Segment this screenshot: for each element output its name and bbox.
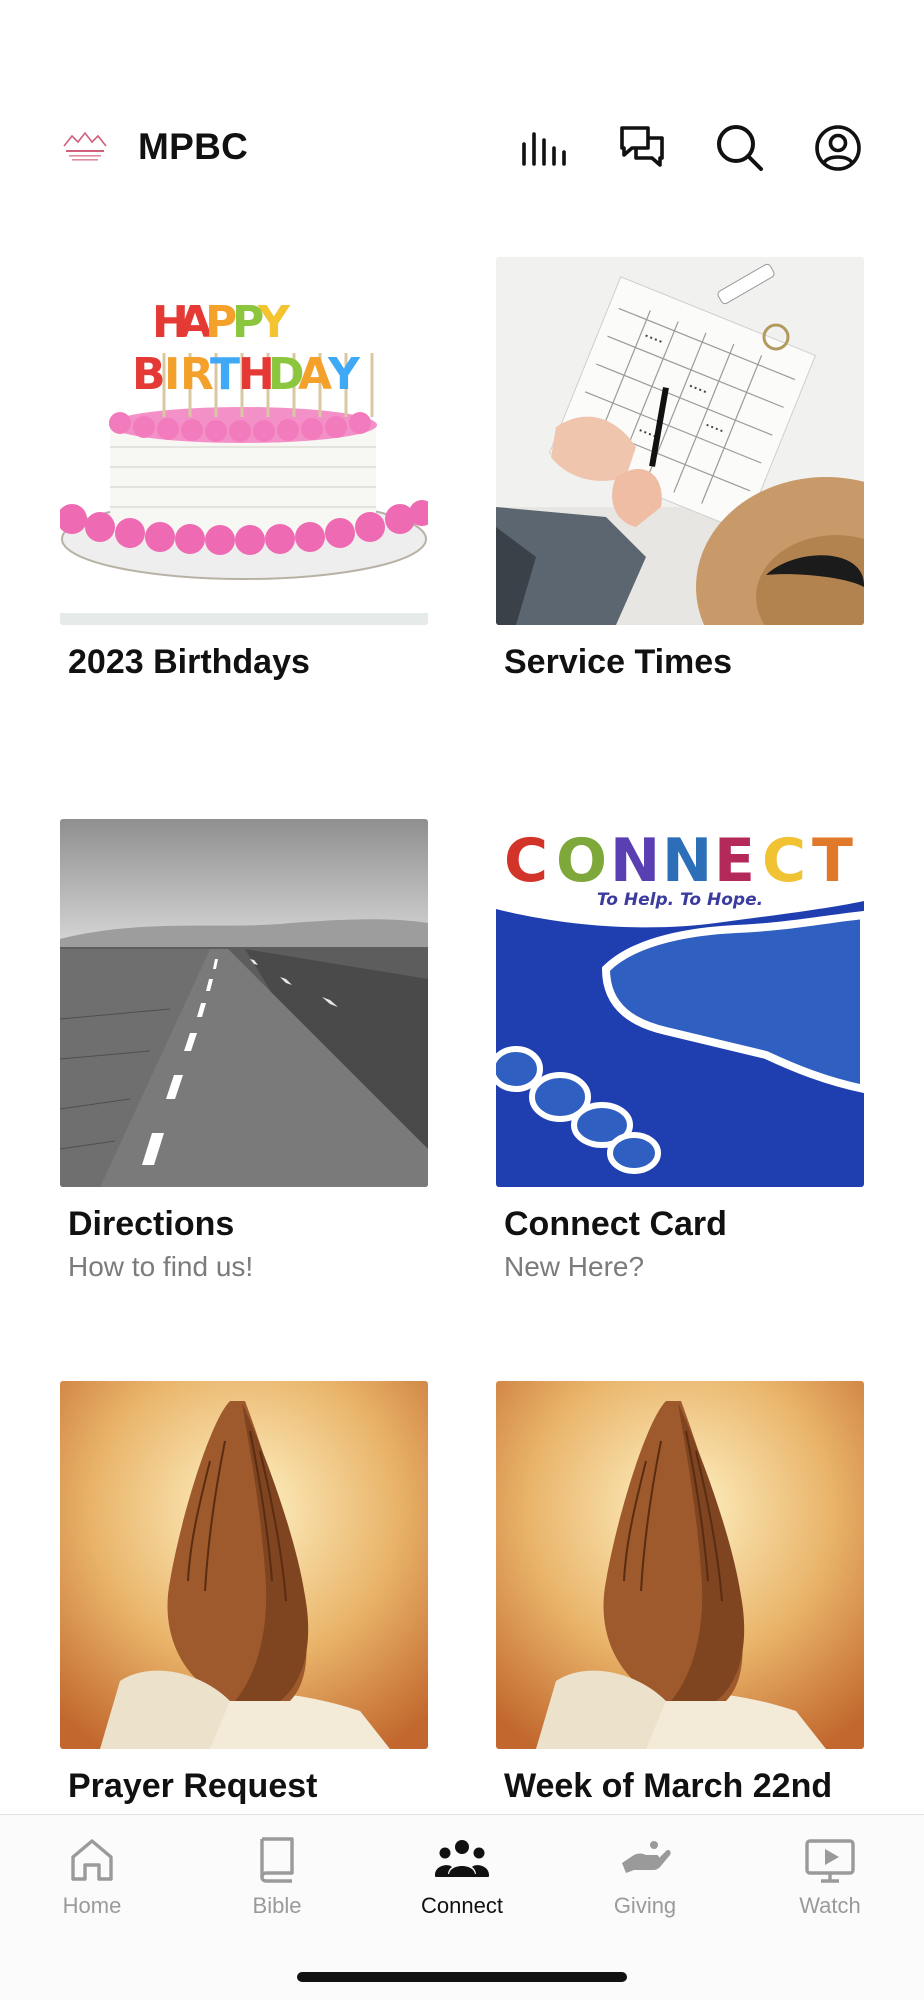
church-logo[interactable] [60, 130, 110, 166]
tile-directions[interactable]: Directions How to find us! [60, 819, 428, 1282]
tab-label: Giving [613, 1893, 677, 1918]
tab-home[interactable]: Home [17, 1833, 167, 1933]
tile-title: Directions [68, 1205, 235, 1243]
birthday-cake-image: HA PP Y BI RT HD AY [60, 257, 428, 625]
tab-label: Watch [799, 1893, 861, 1918]
praying-hands-image [60, 1381, 428, 1749]
svg-text:E: E [714, 826, 755, 896]
search-icon[interactable] [712, 120, 768, 176]
svg-text:I: I [164, 349, 180, 400]
praying-hands-image [496, 1381, 864, 1749]
play-screen-icon [805, 1839, 855, 1883]
svg-text:R: R [180, 349, 214, 400]
tile-subtitle: How to find us! [68, 1251, 254, 1282]
profile-icon[interactable] [810, 120, 866, 176]
tab-watch[interactable]: Watch [755, 1833, 905, 1933]
svg-text:C: C [762, 826, 806, 896]
tab-giving[interactable]: Giving [570, 1833, 720, 1933]
tile-prayer-request[interactable]: Prayer Request [60, 1381, 428, 1805]
tile-birthdays[interactable]: HA PP Y BI RT HD AY 2023 Birthdays [60, 257, 428, 681]
svg-text:Y: Y [257, 297, 291, 348]
road-image [60, 819, 428, 1187]
tile-title: Service Times [504, 643, 733, 681]
people-icon [435, 1840, 489, 1877]
chat-icon[interactable] [614, 120, 670, 176]
connect-handshake-image: C O N N E C T To Help. To Hope. [496, 819, 864, 1187]
top-bar: MPBC [0, 110, 924, 186]
svg-text:C: C [504, 826, 548, 896]
svg-text:T: T [210, 349, 240, 400]
giving-hand-icon [622, 1841, 671, 1873]
tile-week-of-march-22nd[interactable]: Week of March 22nd [496, 1381, 864, 1805]
tile-title: Prayer Request [68, 1767, 318, 1805]
svg-text:N: N [662, 826, 712, 896]
tab-connect[interactable]: Connect [387, 1833, 537, 1933]
tab-label: Home [62, 1893, 122, 1918]
calendar-writing-image [496, 257, 864, 625]
home-indicator [297, 1972, 627, 1982]
svg-text:A: A [298, 349, 332, 400]
svg-text:N: N [610, 826, 660, 896]
tile-service-times[interactable]: Service Times [496, 257, 864, 681]
tab-label: Bible [252, 1893, 302, 1918]
tile-title: 2023 Birthdays [68, 643, 310, 681]
svg-text:T: T [812, 826, 853, 896]
tile-subtitle: New Here? [504, 1251, 645, 1282]
svg-text:B: B [132, 349, 166, 400]
stats-icon[interactable] [516, 120, 572, 176]
tab-bible[interactable]: Bible [202, 1833, 352, 1933]
tile-connect-card[interactable]: C O N N E C T To Help. To Hope. Connect … [496, 819, 864, 1282]
svg-text:To Help. To Hope.: To Help. To Hope. [597, 890, 763, 910]
tile-title: Week of March 22nd [504, 1767, 833, 1805]
svg-text:Y: Y [327, 349, 361, 400]
svg-text:O: O [556, 826, 607, 896]
book-icon [260, 1837, 294, 1883]
tab-label: Connect [421, 1893, 503, 1918]
app-title: MPBC [138, 126, 249, 167]
home-icon [71, 1839, 113, 1881]
tile-title: Connect Card [504, 1205, 727, 1243]
